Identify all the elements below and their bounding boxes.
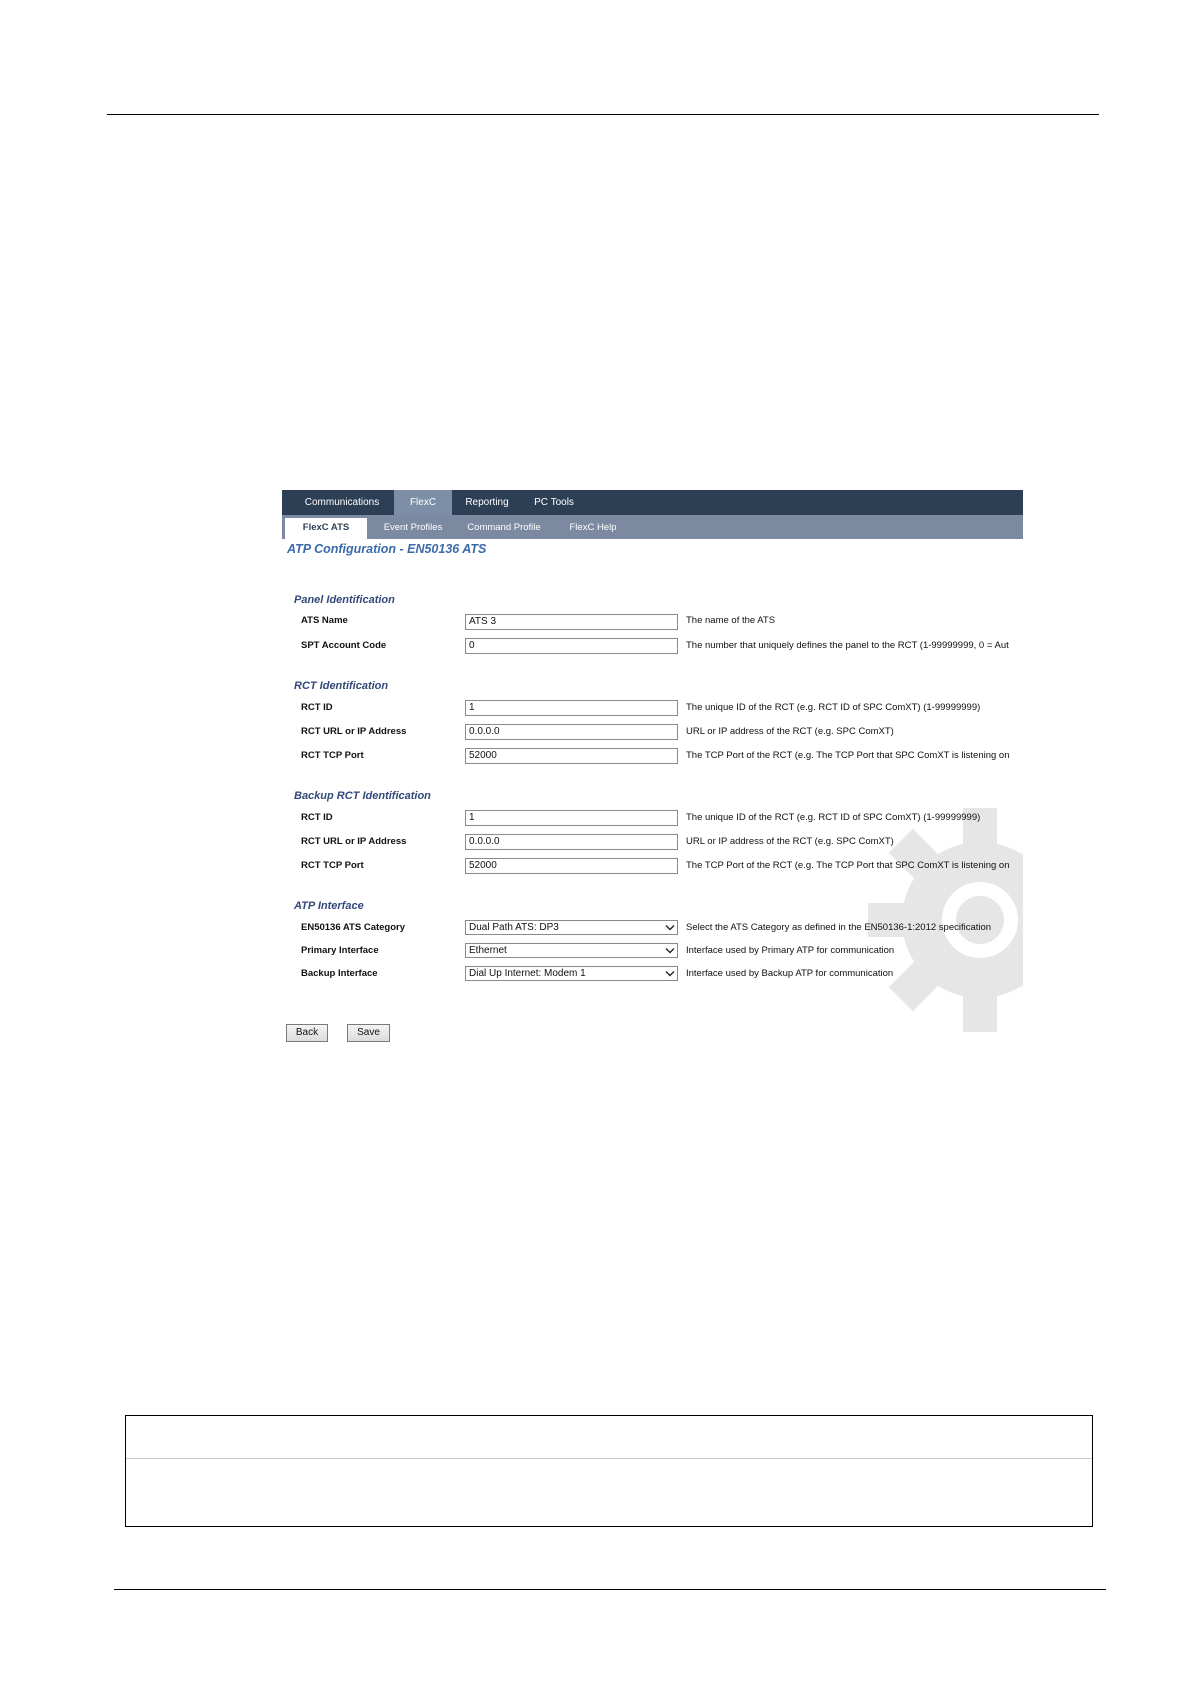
tab-communications[interactable]: Communications <box>290 490 394 515</box>
backup-rct-url-input[interactable]: 0.0.0.0 <box>465 834 678 850</box>
label-spt-account-code: SPT Account Code <box>301 640 387 651</box>
chevron-down-icon <box>665 925 675 931</box>
chevron-down-icon <box>665 971 675 977</box>
section-title-panel-identification: Panel Identification <box>294 594 395 606</box>
document-note-box <box>125 1415 1093 1527</box>
page-title: ATP Configuration - EN50136 ATS <box>287 542 487 556</box>
label-backup-rct-url: RCT URL or IP Address <box>301 836 407 847</box>
label-backup-interface: Backup Interface <box>301 968 378 979</box>
help-rct-tcp-port: The TCP Port of the RCT (e.g. The TCP Po… <box>686 750 1010 761</box>
back-button[interactable]: Back <box>286 1024 328 1042</box>
help-rct-url: URL or IP address of the RCT (e.g. SPC C… <box>686 726 894 737</box>
rct-id-input[interactable]: 1 <box>465 700 678 716</box>
help-ats-category: Select the ATS Category as defined in th… <box>686 922 992 933</box>
help-backup-rct-tcp-port: The TCP Port of the RCT (e.g. The TCP Po… <box>686 860 1010 871</box>
help-primary-interface: Interface used by Primary ATP for commun… <box>686 945 895 956</box>
backup-interface-select[interactable]: Dial Up Internet: Modem 1 <box>465 966 678 981</box>
tab-pc-tools[interactable]: PC Tools <box>522 490 586 515</box>
section-title-rct-identification: RCT Identification <box>294 680 389 692</box>
section-title-atp-interface: ATP Interface <box>294 900 364 912</box>
tab-flexc[interactable]: FlexC <box>394 490 452 515</box>
subtab-flexc-ats[interactable]: FlexC ATS <box>285 518 367 539</box>
label-rct-url: RCT URL or IP Address <box>301 726 407 737</box>
help-backup-rct-id: The unique ID of the RCT (e.g. RCT ID of… <box>686 812 981 823</box>
chevron-down-icon <box>665 948 675 954</box>
sub-nav: FlexC ATS Event Profiles Command Profile… <box>282 515 1023 539</box>
backup-interface-value: Dial Up Internet: Modem 1 <box>469 968 586 979</box>
rct-tcp-port-input[interactable]: 52000 <box>465 748 678 764</box>
label-backup-rct-id: RCT ID <box>301 812 333 823</box>
document-header-rule <box>107 114 1099 115</box>
help-backup-interface: Interface used by Backup ATP for communi… <box>686 968 894 979</box>
label-ats-name: ATS Name <box>301 615 348 626</box>
ats-category-select[interactable]: Dual Path ATS: DP3 <box>465 920 678 935</box>
label-rct-tcp-port: RCT TCP Port <box>301 750 364 761</box>
help-ats-name: The name of the ATS <box>686 615 776 626</box>
backup-rct-id-input[interactable]: 1 <box>465 810 678 826</box>
ats-category-value: Dual Path ATS: DP3 <box>469 922 559 933</box>
help-backup-rct-url: URL or IP address of the RCT (e.g. SPC C… <box>686 836 894 847</box>
top-nav: Communications FlexC Reporting PC Tools <box>282 490 1023 515</box>
label-primary-interface: Primary Interface <box>301 945 379 956</box>
subtab-command-profile[interactable]: Command Profile <box>458 515 550 539</box>
rct-url-input[interactable]: 0.0.0.0 <box>465 724 678 740</box>
help-spt-account-code: The number that uniquely defines the pan… <box>686 640 1009 651</box>
spt-account-code-input[interactable]: 0 <box>465 638 678 654</box>
primary-interface-select[interactable]: Ethernet <box>465 943 678 958</box>
label-backup-rct-tcp-port: RCT TCP Port <box>301 860 364 871</box>
label-rct-id: RCT ID <box>301 702 333 713</box>
help-rct-id: The unique ID of the RCT (e.g. RCT ID of… <box>686 702 981 713</box>
section-title-backup-rct-identification: Backup RCT Identification <box>294 790 431 802</box>
primary-interface-value: Ethernet <box>469 945 507 956</box>
app-screenshot: Communications FlexC Reporting PC Tools … <box>282 490 1023 1050</box>
document-footer-rule <box>114 1589 1106 1590</box>
save-button[interactable]: Save <box>347 1024 390 1042</box>
note-box-divider <box>126 1458 1092 1459</box>
tab-reporting[interactable]: Reporting <box>454 490 520 515</box>
subtab-event-profiles[interactable]: Event Profiles <box>372 515 454 539</box>
gear-watermark-icon <box>868 808 1023 1032</box>
label-ats-category: EN50136 ATS Category <box>301 922 406 933</box>
backup-rct-tcp-port-input[interactable]: 52000 <box>465 858 678 874</box>
subtab-flexc-help[interactable]: FlexC Help <box>560 515 626 539</box>
ats-name-input[interactable]: ATS 3 <box>465 614 678 630</box>
